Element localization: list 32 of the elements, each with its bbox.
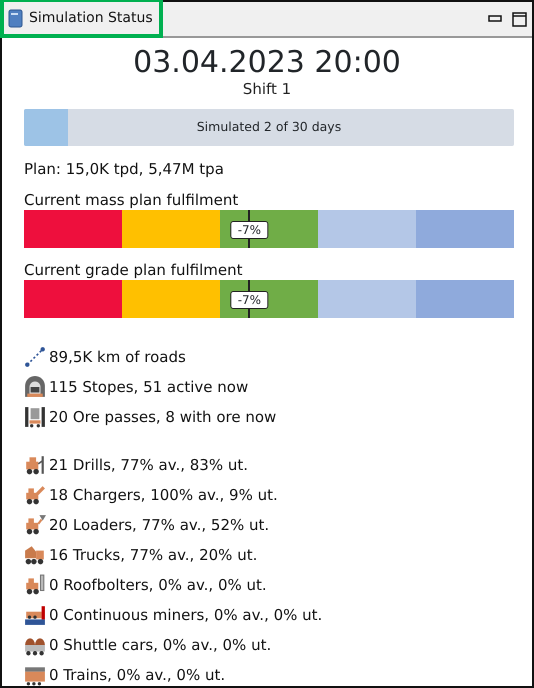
stat-text: 89,5K km of roads xyxy=(49,346,186,368)
maximize-icon xyxy=(512,12,527,26)
meter-reading: -7% xyxy=(230,291,268,309)
meter-label: Current mass plan fulfilment xyxy=(23,190,240,210)
charger-vehicle-icon xyxy=(24,484,46,506)
road-icon xyxy=(24,346,46,368)
stat-text: 0 Trains, 0% av., 0% ut. xyxy=(49,664,226,686)
continuous-miner-icon xyxy=(24,604,46,626)
stat-text: 18 Chargers, 100% av., 9% ut. xyxy=(49,484,278,506)
book-icon xyxy=(8,8,23,28)
shift-label: Shift 1 xyxy=(242,79,292,100)
stat-text: 20 Ore passes, 8 with ore now xyxy=(49,406,276,428)
drill-rig-icon xyxy=(24,454,46,476)
roof-bolter-icon xyxy=(24,574,46,596)
stat-text: 21 Drills, 77% av., 83% ut. xyxy=(49,454,248,476)
date-time: 03.04.2023 20:00 xyxy=(132,48,402,78)
minimize-icon xyxy=(488,15,502,23)
stat-text: 115 Stopes, 51 active now xyxy=(49,376,248,398)
stat-text: 0 Roofbolters, 0% av., 0% ut. xyxy=(49,574,267,596)
ore-pass-icon xyxy=(24,406,46,428)
dump-truck-icon xyxy=(24,544,46,566)
meter-reading: -7% xyxy=(230,221,268,239)
loader-icon xyxy=(24,514,46,536)
plan-text: Plan: 15,0K tpd, 5,47M tpa xyxy=(23,158,225,180)
stat-text: 20 Loaders, 77% av., 52% ut. xyxy=(49,514,270,536)
stat-text: 16 Trucks, 77% av., 20% ut. xyxy=(49,544,258,566)
meter-label: Current grade plan fulfilment xyxy=(23,260,244,280)
window-tab[interactable]: Simulation Status xyxy=(0,0,163,38)
tunnel-icon xyxy=(24,376,46,398)
stat-text: 0 Continuous miners, 0% av., 0% ut. xyxy=(49,604,322,626)
stat-text: 0 Shuttle cars, 0% av., 0% ut. xyxy=(49,634,272,656)
progress-label: Simulated 2 of 30 days xyxy=(196,118,342,136)
